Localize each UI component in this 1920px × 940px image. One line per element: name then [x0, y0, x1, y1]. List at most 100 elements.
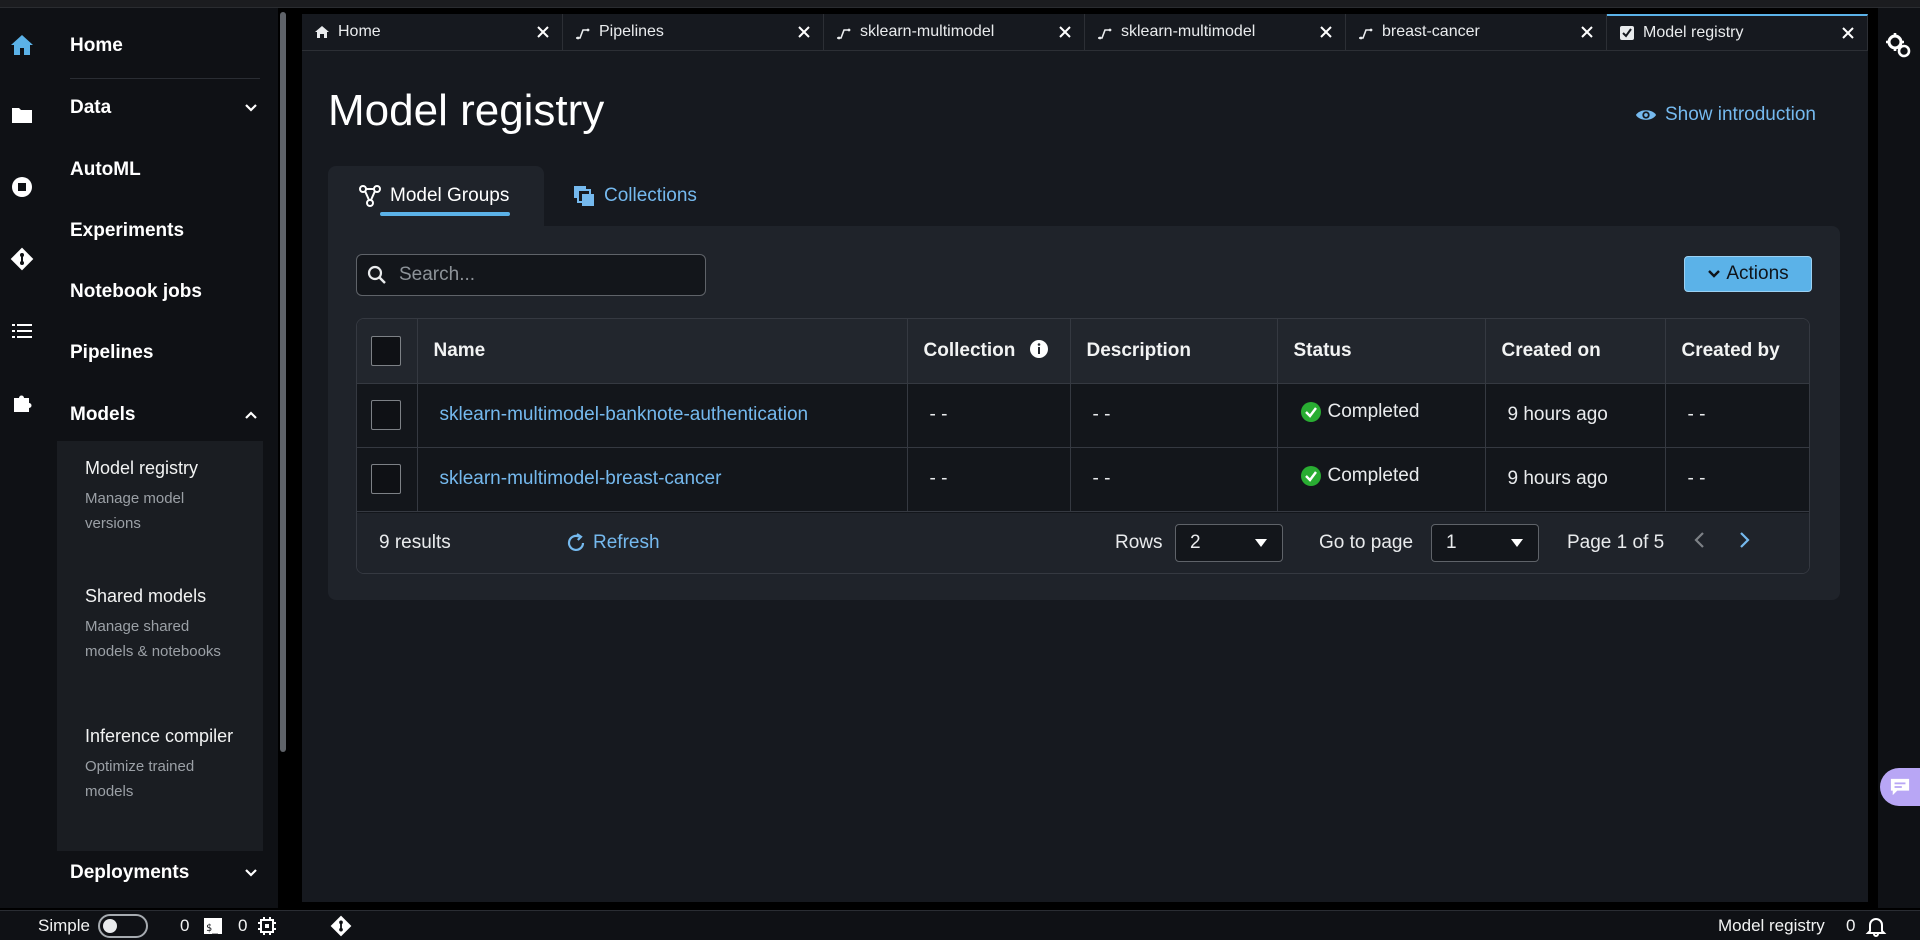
- sidebar-item-label: Data: [70, 97, 112, 118]
- column-header-name[interactable]: Name: [417, 319, 908, 384]
- previous-page-button[interactable]: [1693, 531, 1707, 555]
- search-box[interactable]: [356, 254, 706, 296]
- row-checkbox[interactable]: [371, 464, 401, 494]
- close-icon[interactable]: [1317, 23, 1335, 41]
- sidebar-item-home[interactable]: Home: [70, 26, 270, 66]
- sidebar-item-experiments[interactable]: Experiments: [70, 211, 270, 251]
- sidebar-item-notebook-jobs[interactable]: Notebook jobs: [70, 272, 270, 312]
- pipeline-icon: [575, 24, 591, 40]
- show-introduction-label: Show introduction: [1664, 104, 1816, 125]
- property-inspector-gear-icon[interactable]: [1885, 32, 1913, 65]
- status-bar: Simple 0 $_ 0 Model registry 0: [0, 910, 1920, 940]
- sidebar: Home Data AutoML Experiments Notebook jo…: [42, 8, 278, 908]
- rows-per-page-select[interactable]: 2: [1175, 524, 1283, 562]
- table-header-row: Name Collection Description Status Creat…: [357, 319, 1809, 384]
- sidebar-subitem-model-registry[interactable]: Model registry Manage model versions: [85, 455, 235, 536]
- terminal-count[interactable]: 0: [238, 916, 277, 936]
- sidebar-item-label: Models: [70, 404, 136, 425]
- chevron-down-icon: [245, 104, 257, 112]
- notifications-button[interactable]: 0: [1846, 915, 1887, 937]
- sidebar-item-pipelines[interactable]: Pipelines: [70, 333, 270, 373]
- model-group-name-link[interactable]: sklearn-multimodel-breast-cancer: [417, 447, 908, 512]
- model-groups-icon: [359, 185, 381, 207]
- kernel-count[interactable]: 0 $_: [180, 916, 223, 936]
- sidebar-item-label: Notebook jobs: [70, 281, 202, 302]
- pipeline-icon: [1097, 24, 1113, 40]
- git-icon[interactable]: [9, 246, 35, 272]
- sidebar-subitem-inference-compiler[interactable]: Inference compiler Optimize trained mode…: [85, 723, 235, 804]
- sidebar-item-deployments[interactable]: Deployments: [70, 853, 270, 893]
- tab-collections[interactable]: Collections: [572, 166, 732, 226]
- sidebar-item-models[interactable]: Models: [70, 395, 270, 435]
- results-count: 9 results: [379, 532, 451, 553]
- column-header-status[interactable]: Status: [1277, 319, 1486, 384]
- caret-down-icon: [1255, 539, 1267, 547]
- active-tab-indicator: [380, 212, 510, 216]
- column-header-collection[interactable]: Collection: [907, 319, 1071, 384]
- list-icon[interactable]: [9, 318, 35, 344]
- close-icon[interactable]: [795, 23, 813, 41]
- tab-pipelines[interactable]: Pipelines: [563, 14, 824, 50]
- go-to-page-select[interactable]: 1: [1431, 524, 1539, 562]
- created-on-cell: 9 hours ago: [1485, 383, 1666, 448]
- tab-model-registry[interactable]: Model registry: [1607, 14, 1868, 50]
- tab-home[interactable]: Home: [302, 14, 563, 50]
- search-input[interactable]: [399, 264, 689, 286]
- simple-mode-toggle[interactable]: Simple: [38, 913, 148, 938]
- sidebar-item-automl[interactable]: AutoML: [70, 150, 270, 190]
- extension-puzzle-icon[interactable]: [9, 390, 35, 416]
- close-icon[interactable]: [1056, 23, 1074, 41]
- main-area: Home Pipelines sklearn-multimodel sklear…: [302, 14, 1868, 902]
- tab-sklearn-multimodel-2[interactable]: sklearn-multimodel: [1085, 14, 1346, 50]
- terminal-icon: $_: [204, 917, 223, 934]
- row-select-cell: [357, 383, 418, 448]
- pipeline-icon: [1358, 24, 1374, 40]
- folder-icon[interactable]: [9, 102, 35, 128]
- check-circle-icon: [1300, 466, 1321, 486]
- close-icon[interactable]: [1839, 24, 1857, 42]
- close-icon[interactable]: [1578, 23, 1596, 41]
- home-icon[interactable]: [9, 32, 35, 58]
- git-status-icon[interactable]: [330, 915, 352, 937]
- running-stop-icon[interactable]: [9, 174, 35, 200]
- show-introduction-link[interactable]: Show introduction: [1635, 104, 1816, 126]
- activity-bar: [0, 8, 42, 908]
- status-badge: Completed: [1300, 401, 1419, 423]
- info-icon[interactable]: [1029, 339, 1049, 359]
- column-header-created-by[interactable]: Created by: [1665, 319, 1809, 384]
- chat-feedback-button[interactable]: [1880, 768, 1920, 806]
- terminal-count-value: 0: [238, 915, 248, 935]
- collection-cell: - -: [907, 447, 1071, 512]
- check-circle-icon: [1300, 402, 1321, 422]
- next-page-button[interactable]: [1737, 531, 1751, 555]
- notification-count: 0: [1846, 915, 1856, 935]
- column-header-label: Collection: [923, 340, 1016, 362]
- tab-sklearn-multimodel-1[interactable]: sklearn-multimodel: [824, 14, 1085, 50]
- table-row: sklearn-multimodel-banknote-authenticati…: [357, 383, 1809, 448]
- model-group-name-link[interactable]: sklearn-multimodel-banknote-authenticati…: [417, 383, 908, 448]
- created-by-cell: - -: [1665, 447, 1809, 512]
- status-label: Completed: [1327, 465, 1420, 486]
- tab-label: sklearn-multimodel: [860, 23, 995, 40]
- sidebar-subitem-shared-models[interactable]: Shared models Manage shared models & not…: [85, 583, 235, 664]
- go-to-page-label: Go to page: [1319, 532, 1414, 553]
- sidebar-scrollbar[interactable]: [280, 12, 286, 752]
- caret-down-icon: [1511, 539, 1523, 547]
- tab-breast-cancer[interactable]: breast-cancer: [1346, 14, 1607, 50]
- current-document-name: Model registry: [1718, 915, 1825, 935]
- tab-model-groups[interactable]: Model Groups: [328, 166, 544, 226]
- chat-icon: [1890, 778, 1910, 796]
- row-checkbox[interactable]: [371, 400, 401, 430]
- rows-label: Rows: [1115, 532, 1163, 553]
- sidebar-item-data[interactable]: Data: [70, 88, 270, 128]
- actions-button[interactable]: Actions: [1684, 256, 1812, 292]
- column-header-description[interactable]: Description: [1070, 319, 1278, 384]
- sidebar-item-label: Home: [70, 35, 123, 56]
- refresh-button[interactable]: Refresh: [565, 532, 660, 554]
- close-icon[interactable]: [534, 23, 552, 41]
- go-to-page-value: 1: [1446, 532, 1457, 553]
- tab-label: Home: [338, 23, 381, 40]
- toggle-switch[interactable]: [97, 913, 148, 938]
- select-all-checkbox[interactable]: [371, 335, 401, 366]
- column-header-created-on[interactable]: Created on: [1485, 319, 1666, 384]
